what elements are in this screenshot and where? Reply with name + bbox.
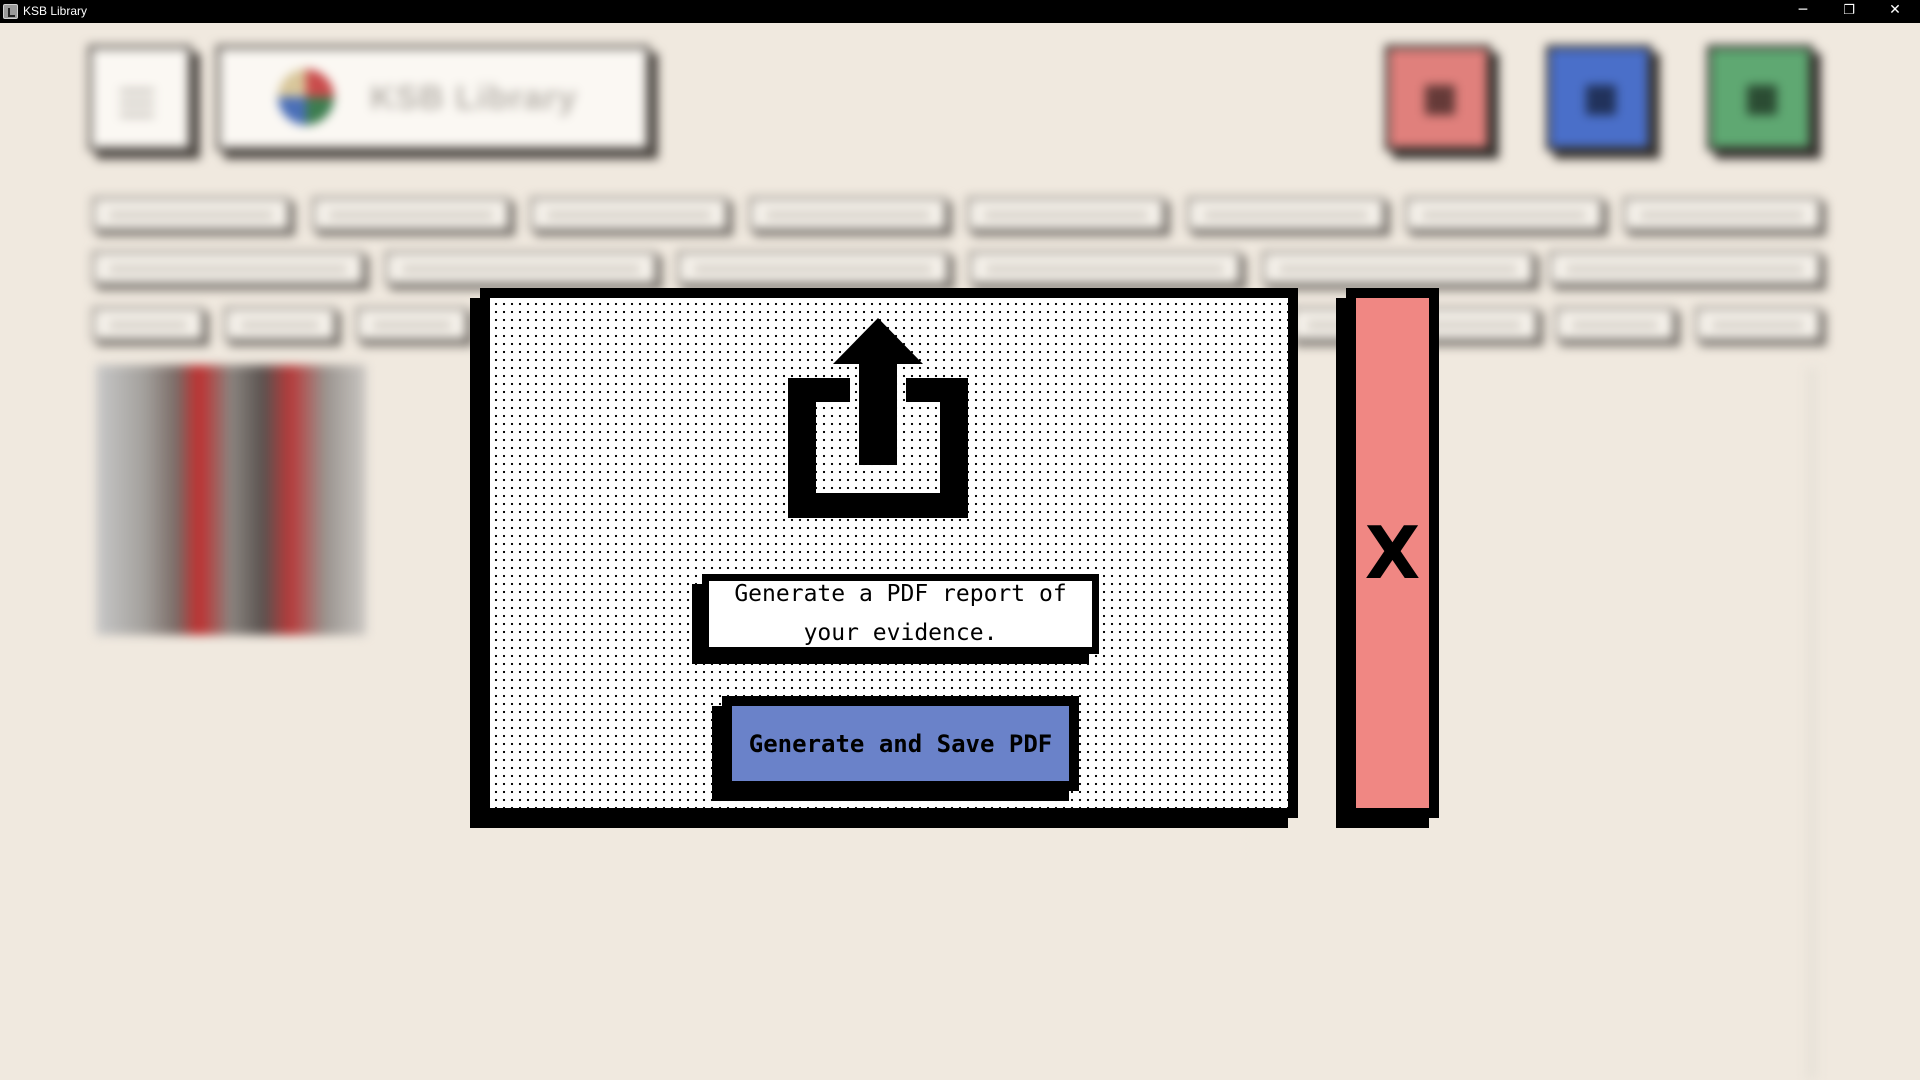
close-window-button[interactable]: ✕ — [1872, 0, 1918, 23]
filter-pill — [1695, 307, 1821, 341]
upload-icon — [788, 318, 968, 518]
favorites-button — [1385, 45, 1491, 151]
filter-pill — [312, 197, 510, 231]
filter-pill — [92, 307, 204, 341]
filter-pill — [1262, 251, 1534, 285]
filter-pill — [385, 251, 657, 285]
header-title: KSB Library — [370, 79, 578, 117]
filter-pill — [92, 197, 290, 231]
add-button — [1707, 45, 1813, 151]
app-icon — [3, 4, 18, 19]
export-pdf-dialog: Generate a PDF report of your evidence. … — [480, 288, 1298, 818]
filter-pill — [1405, 197, 1603, 231]
logo-icon — [278, 69, 334, 125]
window-title-bar: KSB Library ─ ❐ ✕ — [0, 0, 1920, 23]
settings-button — [1546, 45, 1652, 151]
filter-pill — [967, 197, 1165, 231]
filter-pill — [356, 307, 468, 341]
filter-pill — [749, 197, 947, 231]
filter-pill — [224, 307, 336, 341]
filter-pill — [1623, 197, 1821, 231]
filter-pill — [92, 251, 364, 285]
filter-pill — [1549, 251, 1821, 285]
filter-pill — [530, 197, 728, 231]
filter-pill — [1187, 197, 1385, 231]
window-title: KSB Library — [23, 4, 88, 18]
filter-pill — [969, 251, 1241, 285]
scrollbar — [1806, 368, 1818, 1080]
generate-save-pdf-label: Generate and Save PDF — [748, 729, 1053, 758]
restore-button[interactable]: ❐ — [1826, 0, 1872, 23]
description-box: Generate a PDF report of your evidence. — [702, 574, 1099, 654]
header-title-card: KSB Library — [216, 45, 650, 151]
description-text: Generate a PDF report of your evidence. — [734, 581, 1067, 646]
close-icon: X — [1364, 511, 1421, 595]
close-dialog-button[interactable]: X — [1346, 288, 1439, 818]
menu-button — [88, 45, 192, 151]
evidence-thumbnail — [96, 365, 366, 635]
filter-pill — [1555, 307, 1675, 341]
filter-pill — [677, 251, 949, 285]
generate-save-pdf-button[interactable]: Generate and Save PDF — [722, 696, 1079, 791]
minimize-button[interactable]: ─ — [1780, 0, 1826, 23]
